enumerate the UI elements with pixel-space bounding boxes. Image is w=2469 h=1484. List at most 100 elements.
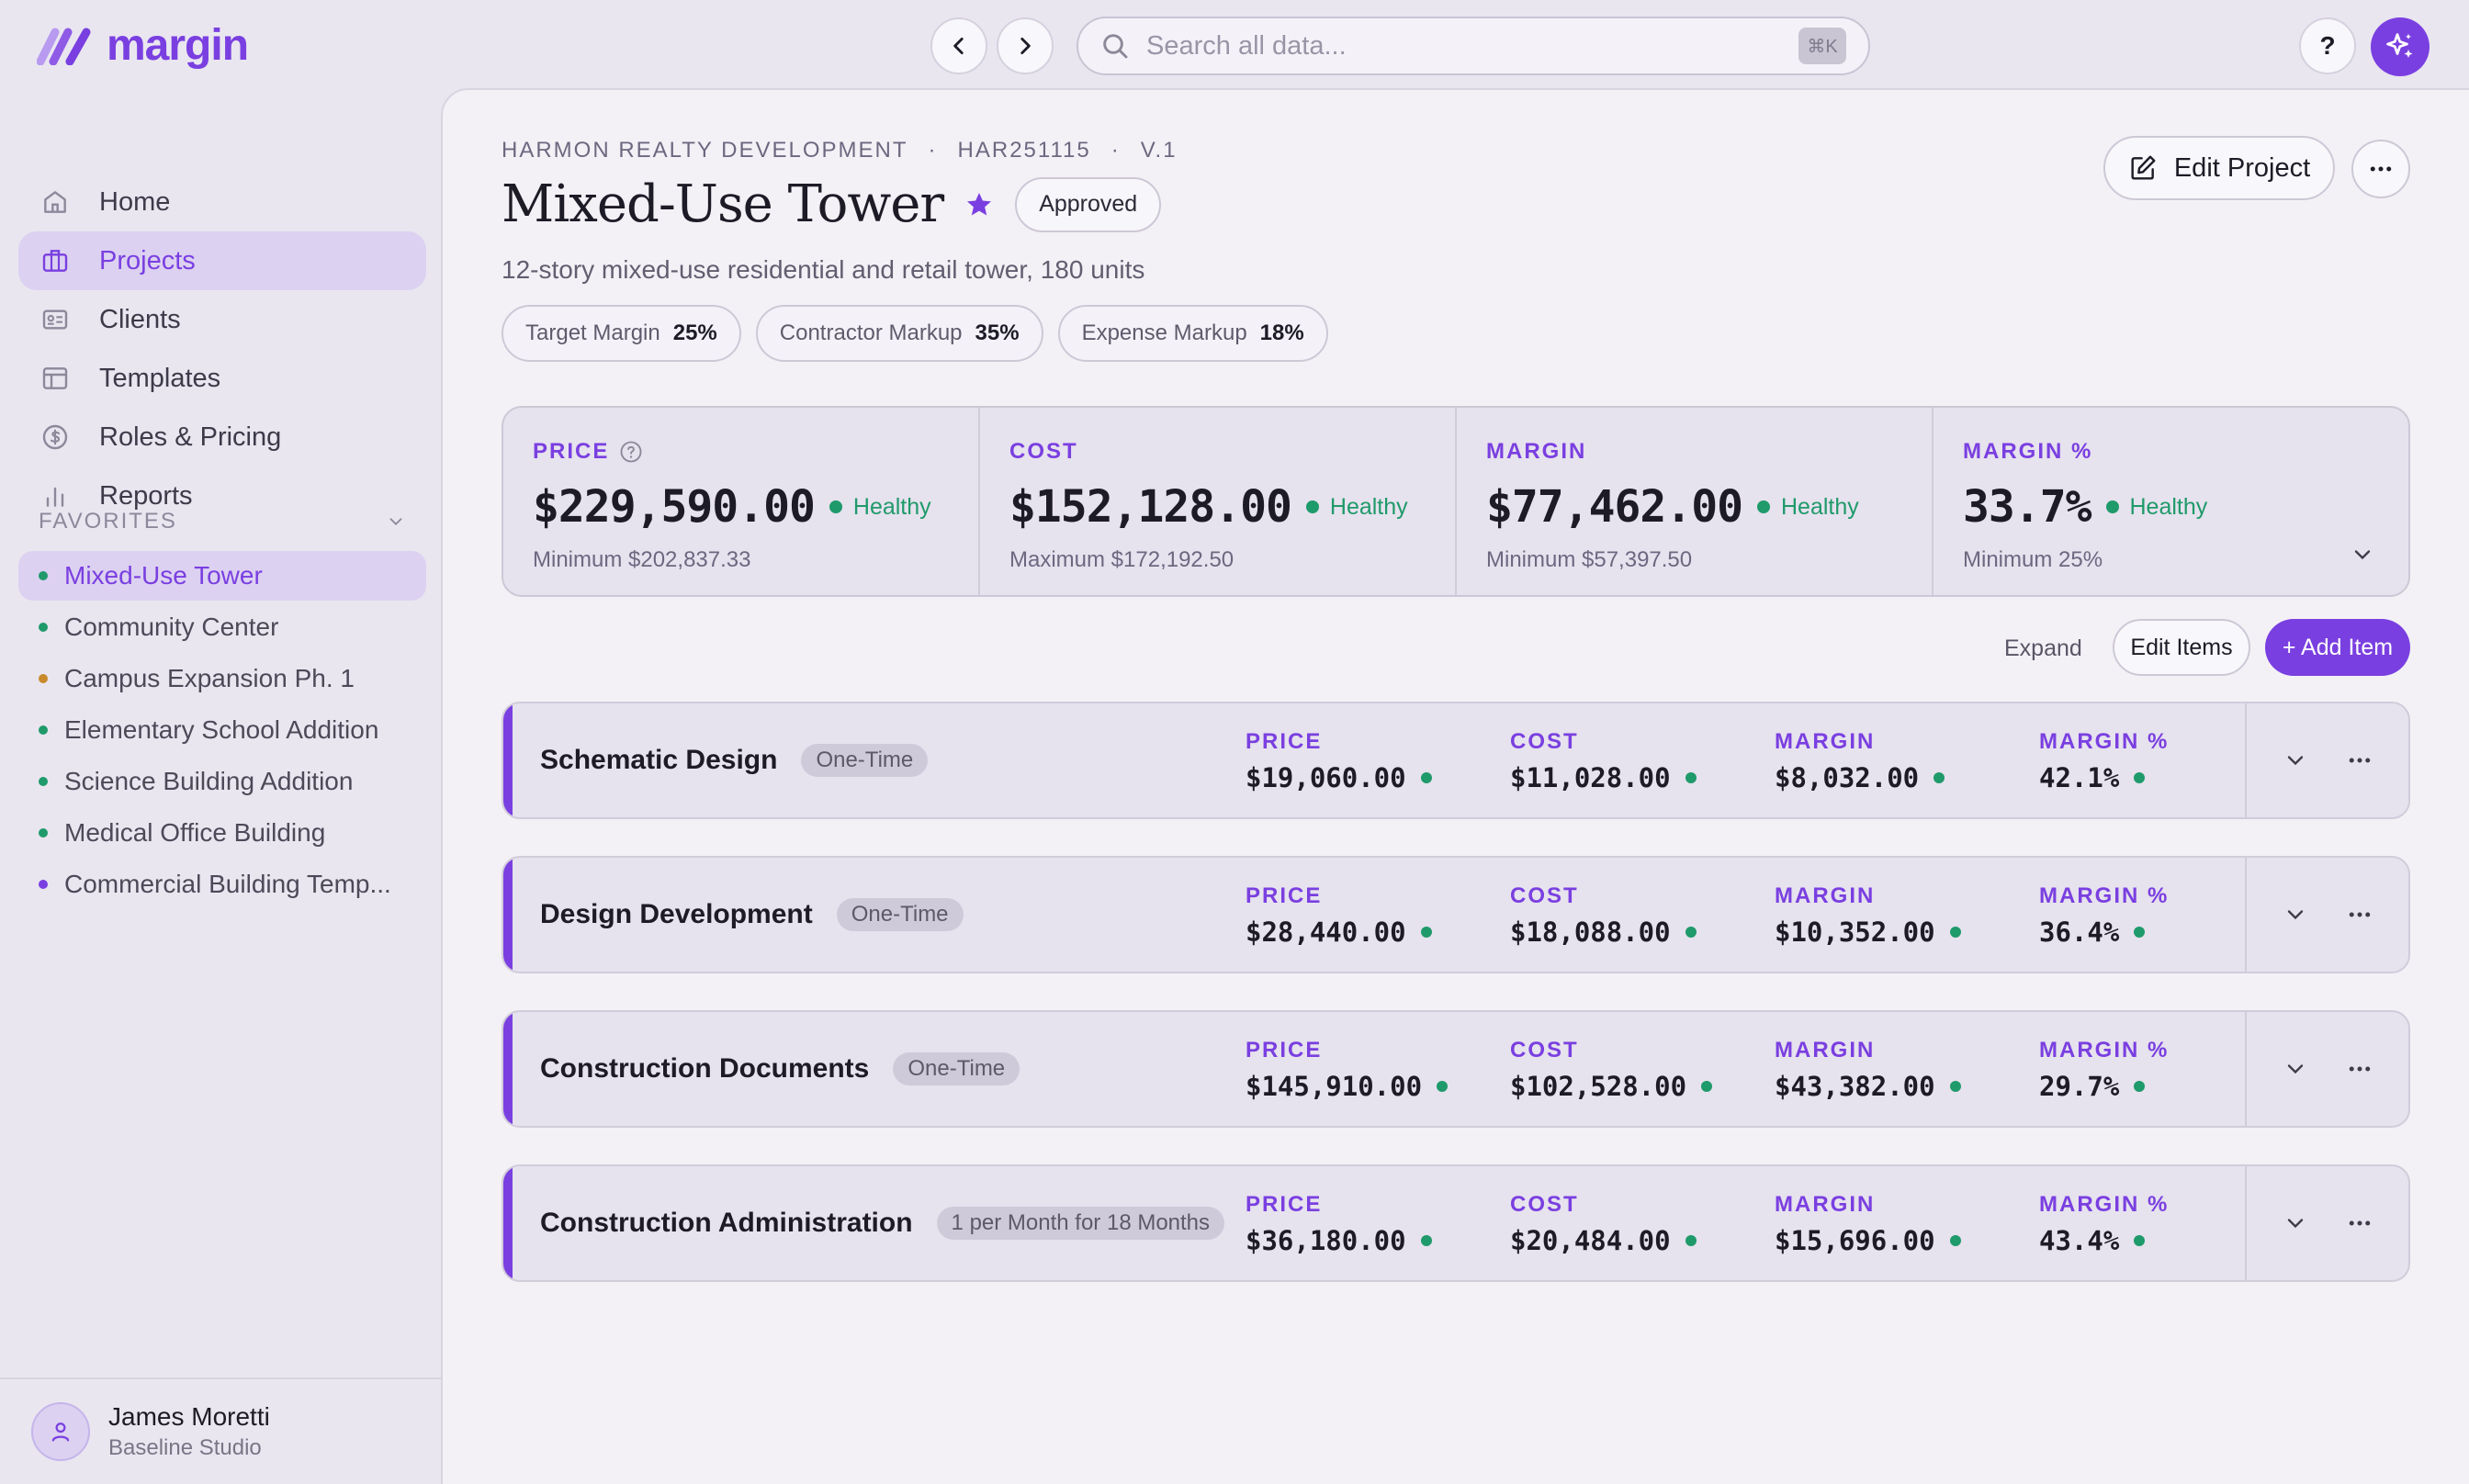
item-name: Schematic Design <box>540 745 778 775</box>
favorite-label: Campus Expansion Ph. 1 <box>64 664 355 692</box>
health-dot <box>1420 1235 1432 1246</box>
title-row: Mixed-Use Tower Approved <box>502 174 1162 234</box>
item-margin-percent: MARGIN % 43.4% <box>2039 1192 2169 1256</box>
billing-tag: 1 per Month for 18 Months <box>936 1207 1225 1240</box>
more-horizontal-icon[interactable] <box>2346 1055 2373 1083</box>
billing-tag: One-Time <box>836 898 964 931</box>
favorite-mixed-use-tower[interactable]: Mixed-Use Tower <box>18 551 426 601</box>
metric-value: $19,060.00 <box>1246 762 1406 793</box>
search-input[interactable] <box>1146 30 1798 62</box>
favorite-label: Elementary School Addition <box>64 715 379 744</box>
favorite-science-building-addition[interactable]: Science Building Addition <box>18 757 426 806</box>
chevron-down-icon[interactable] <box>2283 1210 2308 1236</box>
favorite-medical-office-building[interactable]: Medical Office Building <box>18 808 426 858</box>
contractor-markup-chip: Contractor Markup 35% <box>755 305 1043 362</box>
sidebar-item-projects[interactable]: Projects <box>18 231 426 290</box>
help-circle-icon[interactable] <box>618 439 644 465</box>
line-item-schematic-design[interactable]: Schematic Design One-Time PRICE $19,060.0… <box>502 702 2410 819</box>
add-item-button[interactable]: + Add Item <box>2265 619 2410 676</box>
back-button[interactable] <box>930 17 987 74</box>
more-horizontal-icon[interactable] <box>2346 1209 2373 1237</box>
summary-label: MARGIN <box>1486 439 1587 464</box>
sidebar-item-home[interactable]: Home <box>18 173 426 231</box>
project-more-button[interactable] <box>2351 140 2410 198</box>
summary-value: $77,462.00 <box>1486 481 1743 533</box>
favorites-header[interactable]: FAVORITES <box>39 509 406 534</box>
line-item-construction-documents[interactable]: Construction Documents One-Time PRICE $14… <box>502 1010 2410 1128</box>
health-dot <box>1685 927 1697 938</box>
breadcrumb: HARMON REALTY DEVELOPMENT · HAR251115 · … <box>502 138 1178 163</box>
metric-value: $28,440.00 <box>1246 916 1406 948</box>
health-indicator: Healthy <box>829 494 931 521</box>
favorite-commercial-building-template[interactable]: Commercial Building Temp... <box>18 860 426 909</box>
metric-label: COST <box>1510 1192 1579 1217</box>
more-horizontal-icon[interactable] <box>2346 747 2373 774</box>
metric-label: PRICE <box>1246 1192 1323 1217</box>
help-button[interactable]: ? <box>2299 17 2356 74</box>
more-horizontal-icon[interactable] <box>2346 901 2373 928</box>
sidebar-item-label: Projects <box>99 245 196 275</box>
markup-chips: Target Margin 25% Contractor Markup 35% … <box>502 305 1328 362</box>
billing-tag: One-Time <box>801 744 929 777</box>
item-actions <box>2245 1166 2408 1280</box>
metric-label: COST <box>1510 883 1579 908</box>
chip-label: Expense Markup <box>1081 320 1247 345</box>
sidebar-item-templates[interactable]: Templates <box>18 349 426 408</box>
sidebar-item-label: Templates <box>99 363 221 393</box>
ai-assistant-button[interactable] <box>2371 17 2430 76</box>
metric-value: $36,180.00 <box>1246 1225 1406 1256</box>
favorite-community-center[interactable]: Community Center <box>18 602 426 652</box>
summary-margin: MARGIN $77,462.00 Healthy Minimum $57,39… <box>1457 408 1933 595</box>
chevron-down-icon[interactable] <box>2283 748 2308 773</box>
item-price: PRICE $36,180.00 <box>1246 1192 1432 1256</box>
chip-label: Target Margin <box>525 320 660 345</box>
status-badge[interactable]: Approved <box>1015 176 1162 232</box>
favorite-elementary-school-addition[interactable]: Elementary School Addition <box>18 705 426 755</box>
sparkle-icon <box>2386 33 2413 58</box>
project-description: 12-story mixed-use residential and retai… <box>502 255 1145 284</box>
sidebar-item-roles-pricing[interactable]: Roles & Pricing <box>18 408 426 467</box>
favorite-label: Mixed-Use Tower <box>64 561 263 590</box>
edit-items-button[interactable]: Edit Items <box>2113 619 2250 676</box>
chevron-left-icon <box>953 38 964 54</box>
user-organization: Baseline Studio <box>108 1435 262 1460</box>
metric-value: 43.4% <box>2039 1225 2120 1256</box>
item-cost: COST $11,028.00 <box>1510 729 1697 793</box>
chevron-down-icon <box>389 518 402 526</box>
metric-label: COST <box>1510 1038 1579 1062</box>
status-dot <box>39 571 48 580</box>
forward-button[interactable] <box>997 17 1054 74</box>
summary-label: COST <box>1009 439 1078 464</box>
favorite-label: Community Center <box>64 613 279 641</box>
favorite-star-icon[interactable] <box>964 189 995 220</box>
summary-label-text: PRICE <box>533 439 610 464</box>
health-dot <box>1949 1081 1961 1092</box>
app-logo[interactable]: margin <box>37 20 249 70</box>
item-margin-percent: MARGIN % 36.4% <box>2039 883 2169 948</box>
chevron-down-icon[interactable] <box>2283 902 2308 928</box>
expand-button[interactable]: Expand <box>2004 635 2082 662</box>
breadcrumb-client[interactable]: HARMON REALTY DEVELOPMENT <box>502 138 908 163</box>
item-margin: MARGIN $8,032.00 <box>1775 729 1945 793</box>
sidebar: Home Projects Clients Templates Roles & … <box>0 90 441 1484</box>
breadcrumb-version[interactable]: V.1 <box>1141 138 1178 163</box>
favorite-campus-expansion[interactable]: Campus Expansion Ph. 1 <box>18 654 426 703</box>
metric-label: MARGIN % <box>2039 883 2170 908</box>
edit-project-button[interactable]: Edit Project <box>2103 136 2335 200</box>
chevron-down-icon[interactable] <box>2350 542 2375 568</box>
user-profile[interactable]: James Moretti Baseline Studio <box>0 1377 441 1484</box>
logo-mark-icon <box>37 28 91 65</box>
health-label: Healthy <box>852 493 931 520</box>
summary-value: 33.7% <box>1963 481 2091 533</box>
status-dot <box>39 674 48 683</box>
chevron-down-icon[interactable] <box>2283 1056 2308 1082</box>
metric-label: MARGIN <box>1775 883 1876 908</box>
item-cost: COST $20,484.00 <box>1510 1192 1697 1256</box>
summary-margin-percent: MARGIN % 33.7% Healthy Minimum 25% <box>1933 408 2408 595</box>
metric-label: MARGIN % <box>2039 1192 2170 1217</box>
sidebar-item-clients[interactable]: Clients <box>18 290 426 349</box>
line-item-construction-administration[interactable]: Construction Administration 1 per Month … <box>502 1164 2410 1282</box>
line-item-design-development[interactable]: Design Development One-Time PRICE $28,440… <box>502 856 2410 973</box>
chip-value: 25% <box>672 320 717 345</box>
summary-price: PRICE $229,590.00 Healthy Minimum $202,8… <box>503 408 980 595</box>
